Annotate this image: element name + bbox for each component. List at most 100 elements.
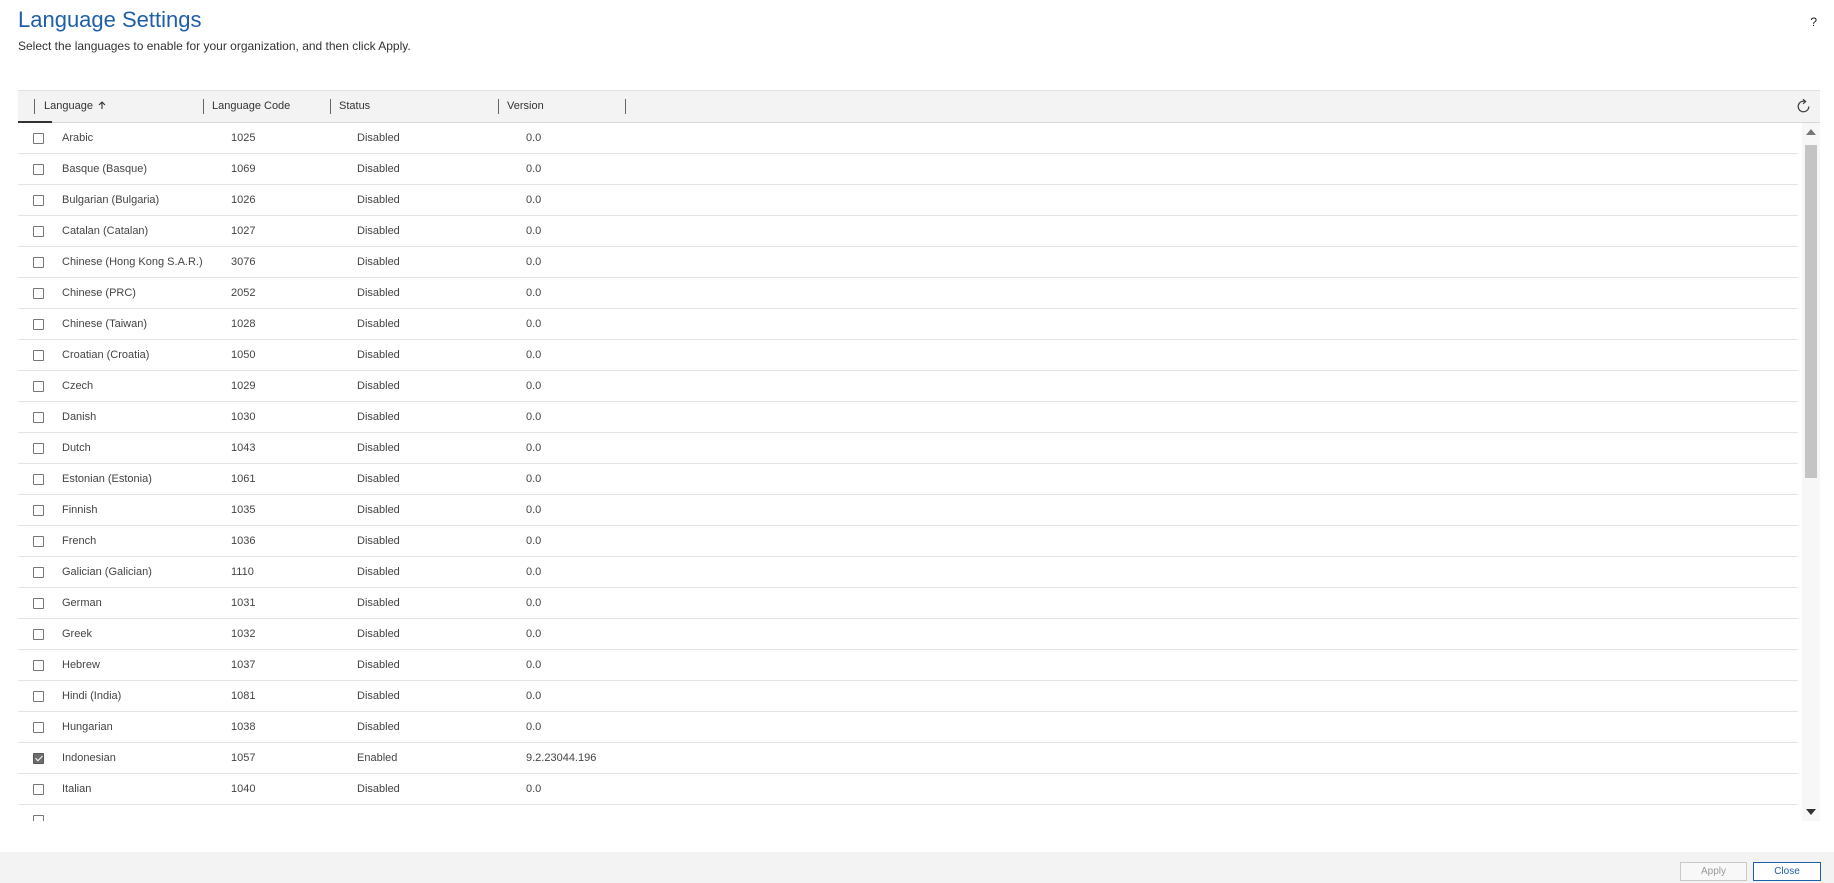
row-checkbox[interactable] [33,753,44,764]
table-row[interactable]: Chinese (Hong Kong S.A.R.) 3076 Disabled 0.… [18,247,1798,278]
table-row[interactable]: Hebrew 1037 Disabled 0.0 [18,650,1798,681]
table-row[interactable]: Italian 1040 Disabled 0.0 [18,774,1798,805]
cell-language-code: 1032 [231,628,256,640]
table-row[interactable]: Croatian (Croatia) 1050 Disabled 0.0 [18,340,1798,371]
cell-language-code: 2052 [231,287,256,299]
column-separator[interactable] [330,99,331,114]
row-checkbox[interactable] [33,505,44,516]
table-row[interactable]: Finnish 1035 Disabled 0.0 [18,495,1798,526]
row-checkbox[interactable] [33,288,44,299]
column-header-version[interactable]: Version [507,91,544,122]
row-checkbox[interactable] [33,567,44,578]
cell-language: Italian [62,783,92,795]
table-row[interactable]: Arabic 1025 Disabled 0.0 [18,123,1798,154]
row-checkbox[interactable] [33,133,44,144]
cell-status: Disabled [357,721,400,733]
cell-language: Danish [62,411,97,423]
cell-language: Hindi (India) [62,690,122,702]
refresh-icon[interactable] [1795,98,1812,115]
cell-language: Hungarian [62,721,113,733]
row-checkbox[interactable] [33,474,44,485]
row-checkbox[interactable] [33,164,44,175]
cell-language: Chinese (Taiwan) [62,318,147,330]
grid-header: Language Language Code Status Version [18,91,1820,123]
table-row[interactable]: Indonesian 1057 Enabled 9.2.23044.196 [18,743,1798,774]
cell-language-code: 1069 [231,163,256,175]
cell-status: Disabled [357,628,400,640]
table-row[interactable]: Galician (Galician) 1110 Disabled 0.0 [18,557,1798,588]
cell-version: 0.0 [526,380,542,392]
table-row[interactable]: Greek 1032 Disabled 0.0 [18,619,1798,650]
table-row[interactable]: Chinese (Taiwan) 1028 Disabled 0.0 [18,309,1798,340]
row-checkbox[interactable] [33,784,44,795]
row-checkbox[interactable] [33,412,44,423]
table-row[interactable]: German 1031 Disabled 0.0 [18,588,1798,619]
table-row[interactable]: Bulgarian (Bulgaria) 1026 Disabled 0.0 [18,185,1798,216]
table-row[interactable]: Czech 1029 Disabled 0.0 [18,371,1798,402]
table-row[interactable]: Hindi (India) 1081 Disabled 0.0 [18,681,1798,712]
row-checkbox[interactable] [33,660,44,671]
cell-version: 0.0 [526,628,542,640]
row-checkbox[interactable] [33,350,44,361]
cell-language: German [62,597,102,609]
row-checkbox[interactable] [33,629,44,640]
row-checkbox[interactable] [33,815,44,821]
table-row[interactable] [18,805,1798,821]
cell-language-code: 1040 [231,783,256,795]
cell-language: Arabic [62,132,94,144]
cell-language: French [62,535,97,547]
cell-language-code: 1027 [231,225,256,237]
cell-language-code: 1025 [231,132,256,144]
row-checkbox[interactable] [33,536,44,547]
column-header-status[interactable]: Status [339,91,370,122]
scroll-up-arrow-icon[interactable] [1806,129,1816,135]
table-row[interactable]: Chinese (PRC) 2052 Disabled 0.0 [18,278,1798,309]
column-separator[interactable] [498,99,499,114]
row-checkbox[interactable] [33,195,44,206]
table-row[interactable]: Basque (Basque) 1069 Disabled 0.0 [18,154,1798,185]
cell-language-code: 1050 [231,349,256,361]
cell-version: 0.0 [526,597,542,609]
table-row[interactable]: Estonian (Estonia) 1061 Disabled 0.0 [18,464,1798,495]
vertical-scrollbar[interactable] [1802,123,1820,821]
cell-language-code: 1110 [231,566,254,578]
cell-language: Galician (Galician) [62,566,152,578]
table-row[interactable]: French 1036 Disabled 0.0 [18,526,1798,557]
apply-button[interactable]: Apply [1680,862,1747,881]
row-checkbox[interactable] [33,443,44,454]
cell-language-code: 1057 [231,752,256,764]
arrow-up-icon [98,101,106,109]
row-checkbox[interactable] [33,598,44,609]
row-checkbox[interactable] [33,722,44,733]
cell-status: Disabled [357,318,400,330]
cell-language-code: 1043 [231,442,256,454]
column-separator[interactable] [203,99,204,114]
cell-version: 0.0 [526,721,542,733]
cell-language-code: 1038 [231,721,256,733]
column-header-language-code[interactable]: Language Code [212,91,290,122]
row-checkbox[interactable] [33,381,44,392]
row-checkbox[interactable] [33,226,44,237]
table-row[interactable]: Hungarian 1038 Disabled 0.0 [18,712,1798,743]
scroll-down-arrow-icon[interactable] [1806,809,1816,815]
column-separator[interactable] [625,99,626,114]
cell-language: Hebrew [62,659,100,671]
column-separator[interactable] [34,99,35,114]
table-row[interactable]: Catalan (Catalan) 1027 Disabled 0.0 [18,216,1798,247]
cell-status: Disabled [357,783,400,795]
row-checkbox[interactable] [33,257,44,268]
cell-status: Enabled [357,752,398,764]
cell-language: Basque (Basque) [62,163,147,175]
table-row[interactable]: Danish 1030 Disabled 0.0 [18,402,1798,433]
column-header-language[interactable]: Language [44,91,106,122]
cell-version: 0.0 [526,132,542,144]
help-button[interactable]: ? [1810,15,1817,29]
scrollbar-thumb[interactable] [1805,145,1817,478]
close-button[interactable]: Close [1753,862,1821,881]
table-row[interactable]: Dutch 1043 Disabled 0.0 [18,433,1798,464]
cell-language-code: 3076 [231,256,256,268]
column-header-language-label: Language [44,100,93,112]
cell-language-code: 1028 [231,318,256,330]
row-checkbox[interactable] [33,691,44,702]
row-checkbox[interactable] [33,319,44,330]
